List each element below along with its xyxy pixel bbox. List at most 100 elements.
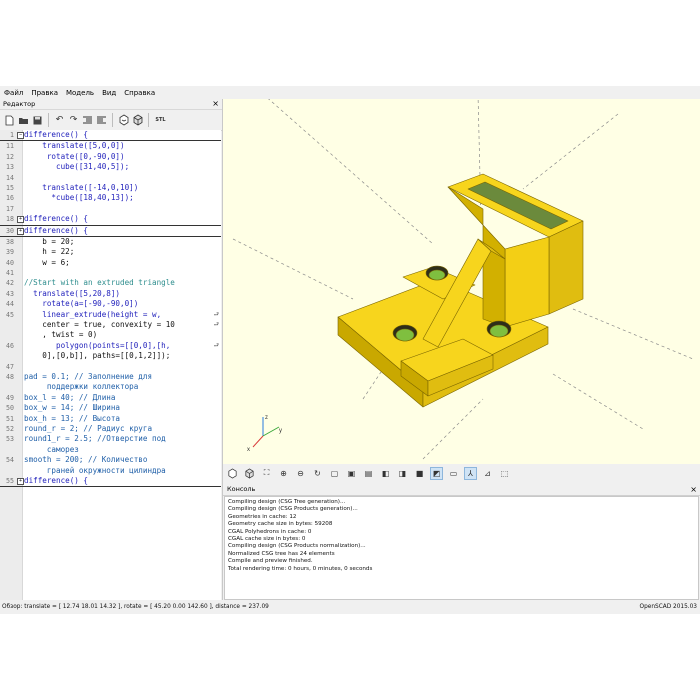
render-icon[interactable] (243, 467, 256, 480)
code-line[interactable]: 18 + difference() { (0, 214, 221, 226)
code-line[interactable]: 48 pad = 0.1; // Заполнение для (0, 372, 221, 382)
fold-toggle-icon[interactable]: + (17, 477, 24, 485)
code-line[interactable]: 11 translate([5,0,0]) (0, 141, 221, 151)
show-axes-icon[interactable]: ⅄ (464, 466, 477, 480)
code-line[interactable]: 43 translate([5,20,8]) (0, 289, 221, 299)
code-line[interactable]: 15 translate([-14,0,10]) (0, 183, 221, 193)
redo-icon[interactable]: ↷ (67, 114, 80, 127)
code-line[interactable]: 47 (0, 362, 221, 372)
viewport-scene: z y x (232, 99, 694, 460)
new-file-icon[interactable] (3, 114, 16, 127)
code-line[interactable]: 16 *cube([18,40,13]); (0, 193, 221, 203)
console-close-button[interactable]: × (690, 484, 697, 495)
preview-icon[interactable] (226, 467, 239, 480)
openscad-window: Файл Правка Модель Вид Справка Редактор … (0, 86, 700, 614)
show-scale-icon[interactable]: ⊿ (481, 467, 494, 480)
code-line[interactable]: 0],[0,b]], paths=[[0,1,2]]); (0, 351, 221, 361)
editor-panel: Редактор × ↶ ↷ STL 1 − difference() {11… (0, 99, 223, 600)
line-number: 55 (6, 476, 14, 485)
code-line[interactable]: , twist = 0) (0, 330, 221, 340)
save-file-icon[interactable] (31, 114, 44, 127)
code-text: translate([5,0,0]) (24, 141, 125, 151)
line-number: 54 (6, 456, 14, 465)
code-line[interactable]: 13 cube([31,40,5]); (0, 162, 221, 172)
indent-icon[interactable] (95, 114, 108, 127)
line-wrap-icon: ⮐ (213, 321, 219, 329)
code-line[interactable]: 54 smooth = 200; // Количество (0, 455, 221, 465)
code-line[interactable]: 12 rotate([0,-90,0]) (0, 152, 221, 162)
line-number: 39 (6, 248, 14, 257)
code-text: difference() { (24, 130, 89, 139)
code-line[interactable]: 45 linear_extrude(height = w, ⮐ (0, 310, 221, 320)
code-line[interactable]: 17 (0, 204, 221, 214)
zoom-all-icon[interactable]: ⛶ (260, 467, 273, 480)
code-text: polygon(points=[[0,0],[h, (24, 340, 171, 350)
fold-toggle-icon[interactable]: − (17, 132, 24, 139)
code-text: difference() { (24, 475, 89, 485)
code-line[interactable]: 38 b = 20; (0, 237, 221, 247)
open-file-icon[interactable] (17, 114, 30, 127)
status-text: Обзор: translate = [ 12.74 18.01 14.32 ]… (2, 604, 269, 610)
unindent-icon[interactable] (81, 114, 94, 127)
code-line[interactable]: 50 box_w = 14; // Ширина (0, 403, 221, 413)
code-text: rotate([0,-90,0]) (24, 151, 125, 161)
code-line[interactable]: 39 h = 22; (0, 247, 221, 257)
fold-toggle-icon[interactable]: + (17, 216, 24, 224)
code-text: round1_r = 2.5; //Отверстие под (24, 434, 166, 444)
menu-design[interactable]: Модель (66, 89, 94, 97)
version-label: OpenSCAD 2015.03 (639, 604, 697, 610)
code-line[interactable]: граней окружности цилиндра (0, 466, 221, 476)
code-text: pad = 0.1; // Заполнение для (24, 371, 153, 381)
editor-close-button[interactable]: × (212, 99, 219, 109)
fold-toggle-icon[interactable]: + (17, 227, 24, 235)
code-line[interactable]: center = true, convexity = 10 ⮐ (0, 320, 221, 330)
menu-view[interactable]: Вид (102, 89, 116, 97)
code-line[interactable]: 55 + difference() { (0, 475, 221, 488)
view-bottom-icon[interactable]: ▤ (362, 467, 375, 480)
code-line[interactable]: поддержки коллектора (0, 382, 221, 392)
code-line[interactable]: 42 //Start with an extruded triangle (0, 278, 221, 288)
toolbar-separator (112, 113, 113, 127)
code-line[interactable]: 40 w = 6; (0, 258, 221, 268)
code-line[interactable]: 30 + difference() { (0, 226, 221, 237)
code-line[interactable]: 46 polygon(points=[[0,0],[h, ⮐ (0, 341, 221, 351)
code-line[interactable]: саморез (0, 445, 221, 455)
code-line[interactable]: 44 rotate(a=[-90,-90,0]) (0, 299, 221, 309)
console-line: CGAL Polyhedrons in cache: 0 (228, 528, 312, 535)
undo-icon[interactable]: ↶ (53, 114, 66, 127)
code-text: rotate(a=[-90,-90,0]) (24, 299, 139, 309)
line-number: 17 (6, 204, 14, 213)
reset-view-icon[interactable]: ↻ (311, 467, 324, 480)
show-edges-icon[interactable]: ⬚ (498, 467, 511, 480)
code-lines: 1− difference() {11 translate([5,0,0]) 12 … (0, 130, 221, 488)
zoom-in-icon[interactable]: ⊕ (277, 467, 290, 480)
code-line[interactable]: 51 box_h = 13; // Высота (0, 414, 221, 424)
code-line[interactable]: 41 (0, 268, 221, 278)
code-line[interactable]: 1− difference() { (0, 130, 221, 142)
console-output[interactable]: Compiling design (CSG Tree generation)..… (224, 496, 699, 600)
3d-viewport[interactable]: z y x (223, 99, 700, 464)
console-title-bar: Консоль × (223, 484, 700, 496)
menu-help[interactable]: Справка (124, 89, 155, 97)
perspective-icon[interactable]: ◩ (430, 466, 443, 480)
menu-file[interactable]: Файл (4, 89, 23, 97)
view-right-icon[interactable]: ▢ (328, 467, 341, 480)
code-editor[interactable]: 1− difference() {11 translate([5,0,0]) 12 … (0, 130, 221, 600)
menu-edit[interactable]: Правка (31, 89, 58, 97)
code-line[interactable]: 52 round_r = 2; // Радиус круга (0, 424, 221, 434)
render-icon[interactable] (131, 114, 144, 127)
code-text: linear_extrude(height = w, (24, 309, 162, 319)
code-line[interactable]: 53 round1_r = 2.5; //Отверстие под (0, 434, 221, 444)
console-line: CGAL cache size in bytes: 0 (228, 536, 306, 543)
code-line[interactable]: 14 (0, 173, 221, 183)
preview-icon[interactable] (117, 114, 130, 127)
orthogonal-icon[interactable]: ▭ (447, 467, 460, 480)
zoom-out-icon[interactable]: ⊖ (294, 467, 307, 480)
code-line[interactable]: 49 box_l = 40; // Длина (0, 393, 221, 403)
view-top-icon[interactable]: ▣ (345, 467, 358, 480)
console-line: Geometries in cache: 12 (228, 513, 297, 520)
view-left-icon[interactable]: ◧ (379, 467, 392, 480)
export-stl-button[interactable]: STL (153, 114, 168, 127)
view-back-icon[interactable]: ■ (413, 467, 426, 480)
view-front-icon[interactable]: ◨ (396, 467, 409, 480)
